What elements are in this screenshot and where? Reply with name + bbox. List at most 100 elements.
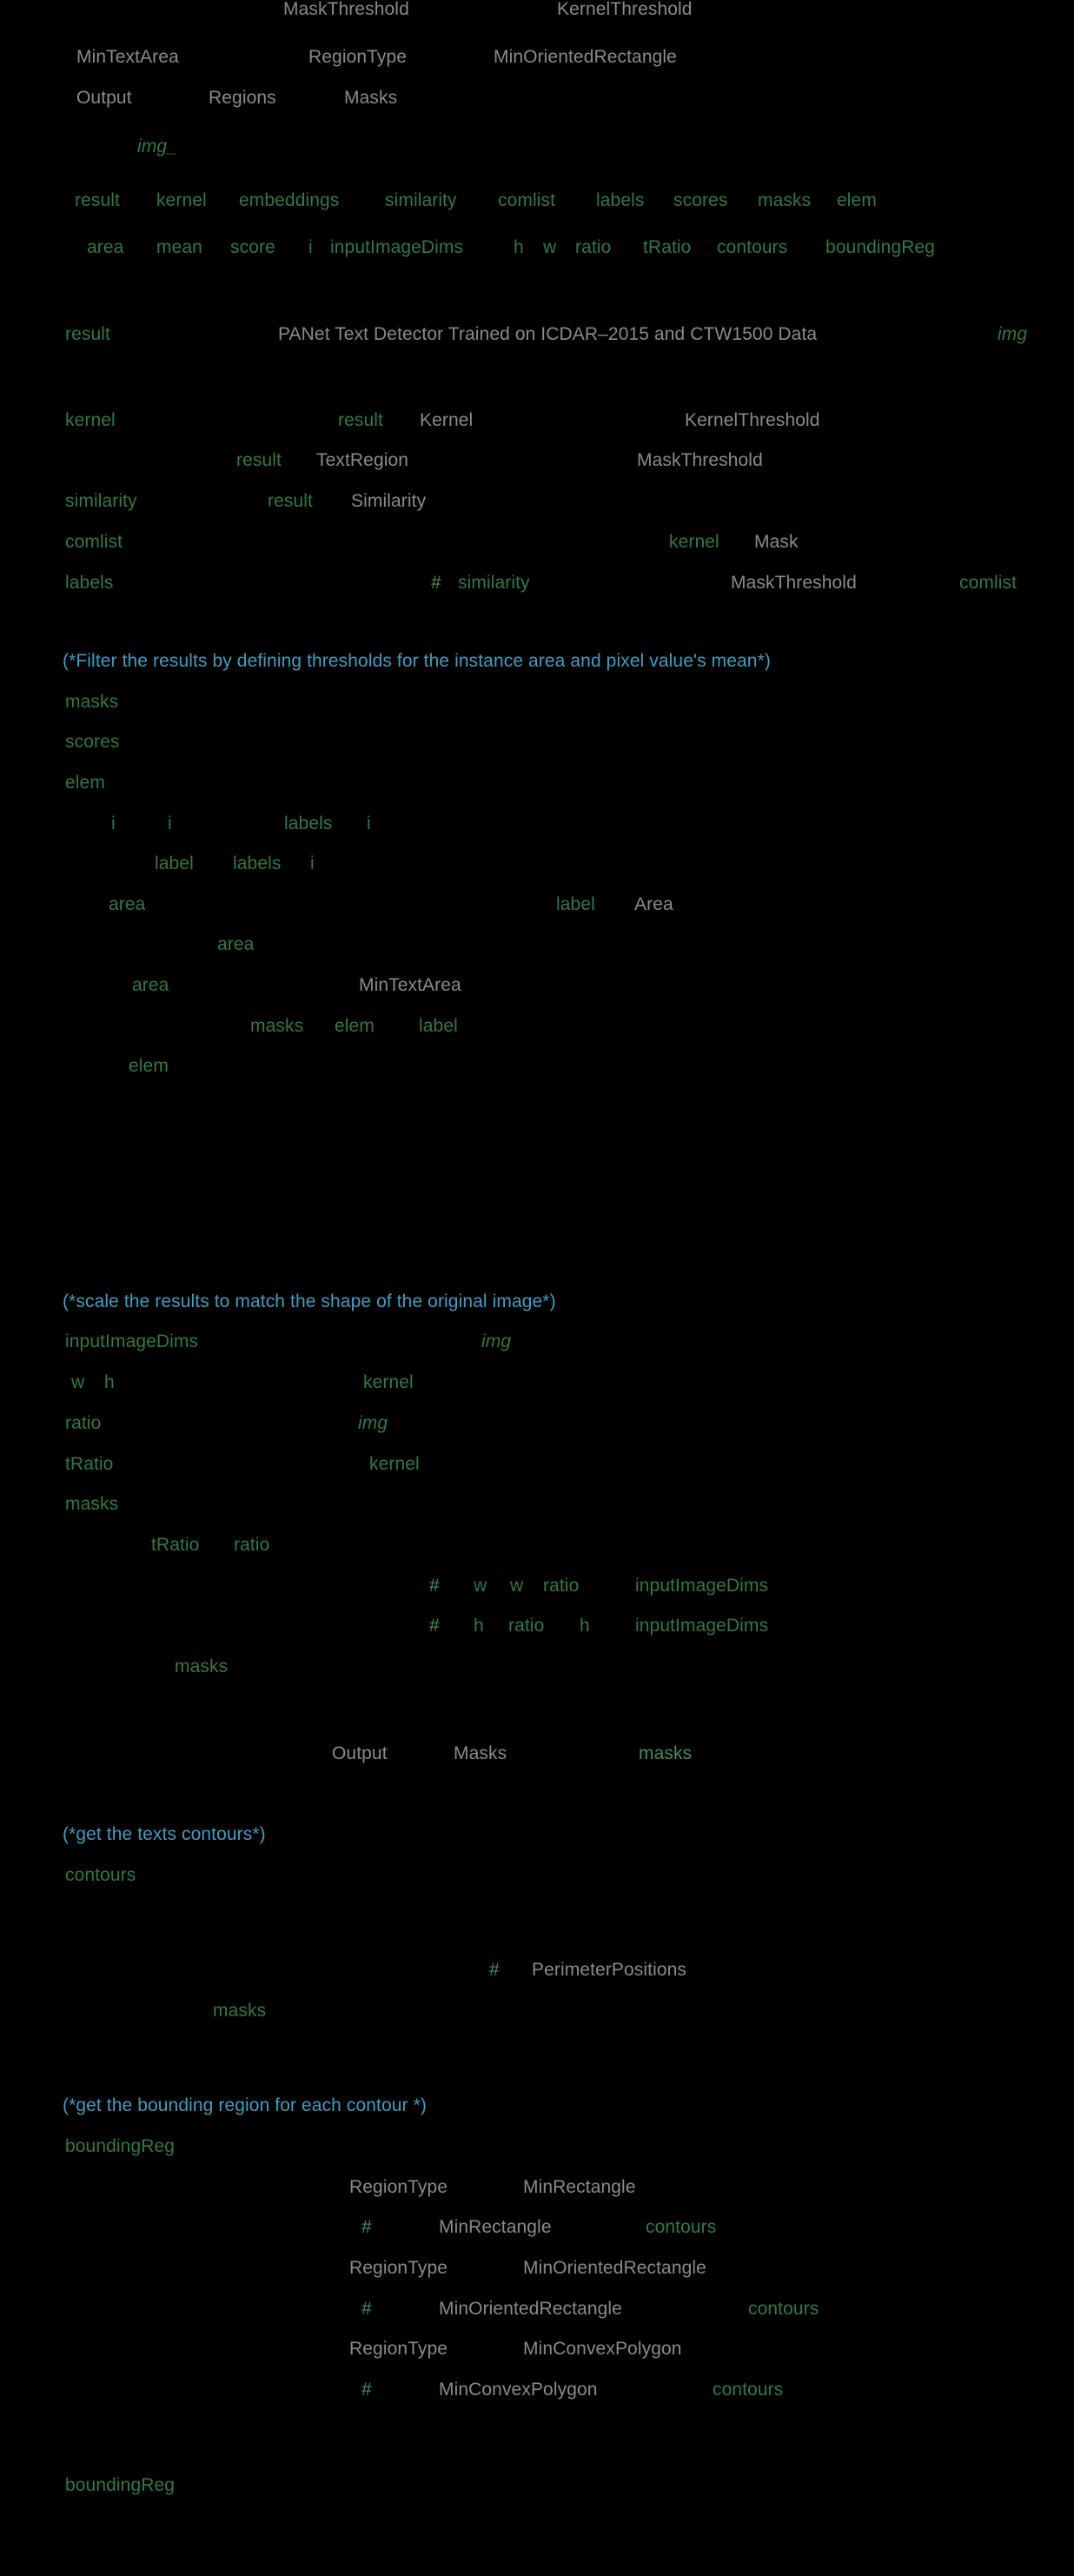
text-region-key: TextRegion [316, 450, 409, 470]
local-var-kernel: kernel [156, 190, 207, 210]
local-var-masks: masks [758, 190, 812, 210]
local-var-result: result [75, 190, 120, 210]
assign-tratio: tRatio [65, 1454, 114, 1474]
contours-masks-ref: masks [213, 2001, 267, 2021]
local-var-inputimagedims: inputImageDims [330, 237, 464, 257]
scale-tratio-ref: tRatio [151, 1535, 200, 1555]
local-var-elem: elem [837, 190, 877, 210]
net-model-arg-img: img [998, 324, 1028, 344]
filter-labels-ref: labels [284, 813, 333, 833]
comment-bounding-region: (*get the bounding region for each conto… [63, 2095, 427, 2115]
output-masks-value: masks [639, 1743, 693, 1763]
assign-labels: labels [65, 573, 114, 593]
local-var-scores: scores [673, 190, 728, 210]
assign-comlist: comlist [65, 532, 123, 552]
filter-area-key: Area [634, 894, 673, 914]
local-var-h: h [514, 237, 524, 257]
local-var-area: area [87, 237, 124, 257]
pattern-img: img_ [137, 136, 177, 156]
kernel-result-ref: result [338, 410, 383, 430]
local-var-score: score [230, 237, 275, 257]
local-var-labels: labels [596, 190, 645, 210]
filter-label-ref: label [556, 894, 595, 914]
ratio-img-ref: img [358, 1413, 388, 1433]
assign-result: result [65, 324, 110, 344]
scale-h-assign: h [104, 1372, 115, 1392]
slot-icon-min-convex-polygon: # [361, 2380, 372, 2400]
bounding-contours-ref-3: contours [713, 2380, 784, 2400]
assign-elem-filter: elem [65, 773, 105, 793]
local-var-comlist: comlist [498, 190, 556, 210]
assign-bounding-reg: boundingReg [65, 2136, 176, 2156]
min-convex-polygon-fn: MinConvexPolygon [439, 2380, 598, 2400]
mask-threshold-ref: MaskThreshold [637, 450, 763, 470]
kernel-threshold-ref: KernelThreshold [685, 410, 820, 430]
local-var-mean: mean [156, 237, 202, 257]
filter-i-4: i [310, 853, 315, 873]
slot-icon-width: # [429, 1576, 440, 1596]
scale-kernel-ref: kernel [363, 1372, 414, 1392]
labels-comlist-ref: comlist [959, 573, 1018, 593]
bounding-reg-return: boundingReg [65, 2475, 176, 2495]
local-var-w: w [543, 237, 557, 257]
local-var-embeddings: embeddings [239, 190, 340, 210]
filter-labels-ref-2: labels [233, 853, 282, 873]
slot-icon-height: # [429, 1616, 440, 1636]
masks-option-key: Masks [454, 1743, 507, 1763]
assign-ratio: ratio [65, 1413, 102, 1433]
assign-scores-filter: scores [65, 732, 120, 752]
assign-input-image-dims: inputImageDims [65, 1331, 199, 1351]
option-output: Output [76, 88, 132, 108]
filter-i-2: i [168, 813, 172, 833]
scale-w-ref-2: w [510, 1576, 524, 1596]
comment-scale-results: (*scale the results to match the shape o… [63, 1291, 556, 1311]
option-min-oriented-rectangle: MinOrientedRectangle [494, 47, 677, 67]
option-masks: Masks [344, 88, 398, 108]
scale-img-ref: img [481, 1331, 512, 1351]
similarity-key: Similarity [351, 491, 427, 511]
local-var-boundingreg: boundingReg [825, 237, 936, 257]
filter-min-text-area: MinTextArea [359, 975, 461, 995]
assign-kernel: kernel [65, 410, 116, 430]
scale-w-assign: w [71, 1372, 85, 1392]
filter-i-3: i [367, 813, 371, 833]
scale-ratio-ref-2: ratio [543, 1576, 580, 1596]
labels-mask-threshold: MaskThreshold [731, 573, 857, 593]
comlist-kernel-ref: kernel [669, 532, 719, 552]
filter-elem-ref: elem [335, 1016, 375, 1036]
local-var-similarity: similarity [385, 190, 457, 210]
perimeter-positions-key: PerimeterPositions [532, 1960, 687, 1980]
filter-i-1: i [111, 813, 116, 833]
scale-h-ref-1: h [474, 1616, 484, 1636]
option-min-text-area: MinTextArea [76, 47, 179, 67]
scale-h-ref-2: h [580, 1616, 590, 1636]
textregion-result-ref: result [236, 450, 282, 470]
filter-area-assign: area [109, 894, 146, 914]
labels-similarity-ref: similarity [458, 573, 530, 593]
similarity-result-ref: result [268, 491, 313, 511]
slot-icon-min-oriented-rectangle: # [361, 2299, 372, 2319]
filter-elem-ref-2: elem [129, 1056, 169, 1076]
min-rectangle-fn: MinRectangle [439, 2217, 552, 2237]
tratio-kernel-ref: kernel [369, 1454, 420, 1474]
slot-icon-labels: # [431, 573, 441, 593]
net-model-name: PANet Text Detector Trained on ICDAR–201… [278, 324, 818, 344]
region-type-key-2: RegionType [349, 2258, 448, 2278]
filter-masks-ref: masks [250, 1016, 304, 1036]
comment-filter-results: (*Filter the results by defining thresho… [63, 651, 771, 671]
assign-contours: contours [65, 1865, 136, 1885]
assign-masks-filter: masks [65, 692, 119, 712]
bounding-contours-ref-1: contours [646, 2217, 717, 2237]
local-var-tratio: tRatio [643, 237, 692, 257]
option-mask-threshold: MaskThreshold [283, 0, 409, 19]
local-var-ratio: ratio [575, 237, 612, 257]
min-oriented-rectangle-value: MinOrientedRectangle [523, 2258, 706, 2278]
scale-input-image-dims-ref-2: inputImageDims [635, 1616, 769, 1636]
slot-icon-min-rectangle: # [361, 2217, 372, 2237]
mask-key: Mask [754, 532, 799, 552]
slot-icon-perimeter: # [489, 1960, 500, 1980]
scale-w-ref-1: w [474, 1576, 487, 1596]
option-regions: Regions [209, 88, 276, 108]
local-var-i: i [308, 237, 313, 257]
assign-similarity: similarity [65, 491, 137, 511]
